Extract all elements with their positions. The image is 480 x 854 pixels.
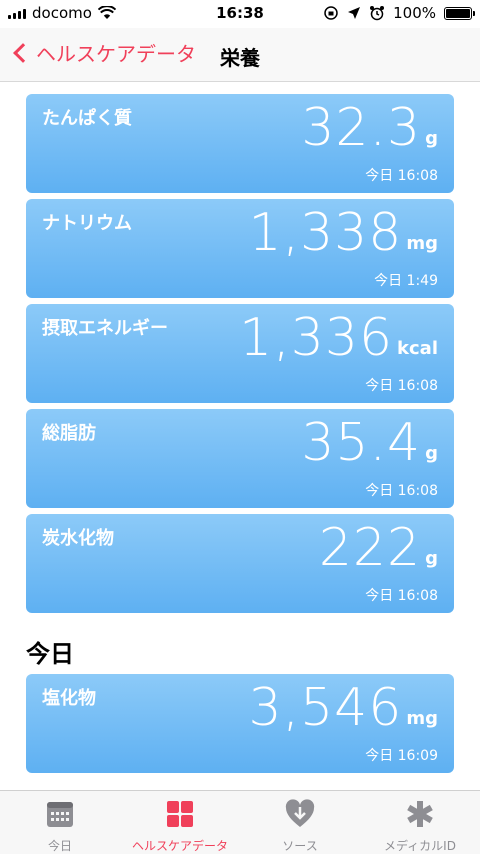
- value-unit: g: [425, 548, 438, 569]
- value-number: 32.3: [301, 98, 422, 158]
- alarm-icon: [370, 6, 385, 21]
- card-title: 塩化物: [42, 688, 96, 709]
- card-title: 摂取エネルギー: [42, 318, 168, 339]
- value-unit: g: [425, 128, 438, 149]
- tab-bar: 今日 ヘルスケアデータ ソース メディカルID: [0, 790, 480, 854]
- value-number: 1,338: [248, 203, 403, 263]
- tab-sources[interactable]: ソース: [240, 791, 360, 854]
- orientation-lock-icon: [324, 6, 338, 20]
- card-title: たんぱく質: [42, 108, 132, 129]
- tab-label: 今日: [47, 839, 72, 853]
- value-number: 35.4: [301, 413, 422, 473]
- grid-icon: [167, 801, 193, 827]
- calendar-icon: [47, 802, 73, 827]
- location-icon: [348, 7, 361, 19]
- battery-percent: 100%: [393, 4, 436, 22]
- chevron-left-icon: [13, 42, 33, 63]
- card-timestamp: 今日 16:08: [365, 588, 438, 604]
- value-unit: mg: [406, 708, 438, 729]
- card-timestamp: 今日 16:08: [365, 483, 438, 499]
- page-title: 栄養: [220, 46, 260, 70]
- card-timestamp: 今日 16:08: [365, 168, 438, 184]
- nutrient-card-chloride[interactable]: 塩化物 3,546 mg 今日 16:09: [26, 674, 454, 773]
- heart-download-icon: [285, 799, 315, 827]
- asterisk-icon: [407, 801, 433, 827]
- tab-today[interactable]: 今日: [0, 791, 120, 854]
- card-value: 35.4 g: [301, 417, 438, 469]
- tab-label: ソース: [282, 839, 318, 853]
- value-unit: g: [425, 443, 438, 464]
- tab-medical-id[interactable]: メディカルID: [360, 791, 480, 854]
- status-bar: docomo 16:38 100%: [0, 0, 480, 28]
- card-value: 1,336 kcal: [239, 312, 438, 364]
- nutrition-list[interactable]: たんぱく質 32.3 g 今日 16:08 ナトリウム 1,338 mg 今日 …: [0, 82, 480, 790]
- nutrient-card-carbohydrates[interactable]: 炭水化物 222 g 今日 16:08: [26, 514, 454, 613]
- section-header-today: 今日: [26, 640, 74, 668]
- card-value: 1,338 mg: [248, 207, 438, 259]
- nav-bar: ヘルスケアデータ 栄養: [0, 28, 480, 82]
- card-timestamp: 今日 16:09: [365, 748, 438, 764]
- card-value: 222 g: [319, 522, 438, 574]
- card-timestamp: 今日 16:08: [365, 378, 438, 394]
- tab-label: メディカルID: [384, 839, 456, 853]
- card-timestamp: 今日 1:49: [374, 273, 438, 289]
- back-label: ヘルスケアデータ: [36, 42, 196, 66]
- nutrient-card-energy[interactable]: 摂取エネルギー 1,336 kcal 今日 16:08: [26, 304, 454, 403]
- card-value: 32.3 g: [301, 102, 438, 154]
- value-unit: mg: [406, 233, 438, 254]
- nutrient-card-sodium[interactable]: ナトリウム 1,338 mg 今日 1:49: [26, 199, 454, 298]
- card-value: 3,546 mg: [248, 682, 438, 734]
- value-number: 222: [318, 518, 422, 578]
- card-title: 総脂肪: [42, 423, 96, 444]
- tab-label: ヘルスケアデータ: [131, 839, 228, 853]
- nutrient-card-total-fat[interactable]: 総脂肪 35.4 g 今日 16:08: [26, 409, 454, 508]
- battery-icon: [444, 6, 475, 20]
- card-title: 炭水化物: [42, 528, 114, 549]
- value-number: 1,336: [239, 308, 394, 368]
- value-number: 3,546: [248, 678, 403, 738]
- nutrient-card-protein[interactable]: たんぱく質 32.3 g 今日 16:08: [26, 94, 454, 193]
- back-button[interactable]: ヘルスケアデータ: [10, 38, 196, 67]
- value-unit: kcal: [397, 338, 438, 359]
- card-title: ナトリウム: [42, 213, 132, 234]
- tab-health-data[interactable]: ヘルスケアデータ: [120, 791, 240, 854]
